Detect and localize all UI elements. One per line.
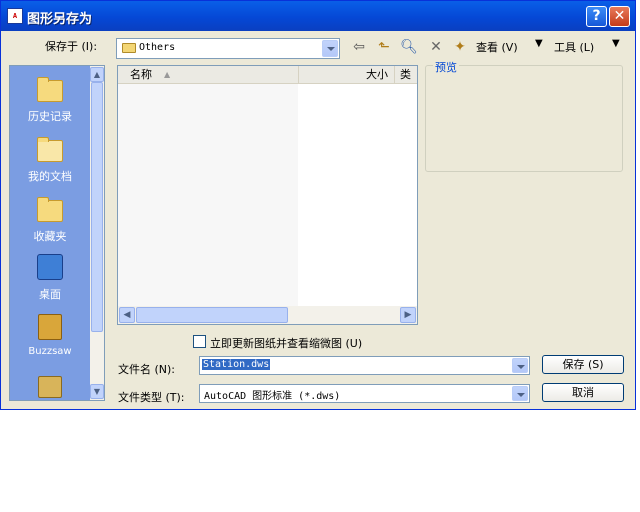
filename-field[interactable]: Station.dws	[199, 356, 530, 375]
places-scrollbar[interactable]: ▲ ▼	[90, 66, 104, 400]
save-button[interactable]: 保存 (S)	[542, 355, 624, 374]
save-in-dropdown[interactable]: Others	[116, 38, 340, 59]
save-as-dialog: A 图形另存为 ? ✕ 保存于 (I): Others ⇦ ⬑ 🔍︎ ✕ ✦ 查…	[0, 0, 636, 410]
place-favorites[interactable]: 收藏夹	[10, 194, 90, 246]
update-thumbnail-label: 立即更新图纸并查看缩微图 (U)	[210, 337, 363, 350]
column-size-label: 大小	[366, 68, 388, 81]
chevron-down-icon[interactable]	[322, 40, 338, 57]
preview-box	[425, 65, 623, 172]
place-buzzsaw[interactable]: Buzzsaw	[10, 312, 90, 364]
file-list[interactable]: 名称 ▲ 大小 类 ◀ ▶	[117, 65, 418, 325]
buzzsaw-icon	[38, 314, 62, 340]
ftp-folder-icon	[38, 376, 62, 398]
place-my-documents[interactable]: 我的文档	[10, 134, 90, 186]
chevron-down-icon[interactable]	[512, 386, 528, 401]
up-folder-icon[interactable]: ⬑	[375, 38, 393, 56]
help-button[interactable]: ?	[586, 6, 607, 27]
view-menu[interactable]: 查看 (V)	[476, 39, 518, 55]
cancel-button[interactable]: 取消	[542, 383, 624, 402]
history-folder-icon	[37, 77, 63, 102]
title-bar: A 图形另存为 ? ✕	[1, 1, 635, 31]
view-dropdown-icon[interactable]: ▼	[535, 38, 543, 49]
tools-dropdown-icon[interactable]: ▼	[612, 38, 620, 49]
back-arrow-icon[interactable]: ⇦	[350, 38, 368, 56]
filename-label: 文件名 (N):	[118, 363, 176, 376]
preview-label: 预览	[433, 59, 459, 75]
new-folder-icon[interactable]: ✦	[451, 38, 469, 56]
place-label: 我的文档	[28, 170, 72, 183]
column-name-label: 名称	[130, 68, 152, 81]
favorites-folder-icon	[37, 197, 63, 222]
folder-icon	[122, 43, 136, 53]
place-desktop[interactable]: 桌面	[10, 252, 90, 304]
column-header-size[interactable]: 大小	[298, 66, 394, 84]
desktop-icon	[37, 254, 63, 280]
dialog-title: 图形另存为	[27, 12, 93, 27]
column-type-label: 类	[400, 68, 411, 81]
name-column-area	[118, 84, 298, 306]
column-header-type[interactable]: 类	[394, 66, 417, 84]
place-label: 收藏夹	[33, 230, 67, 243]
filename-value[interactable]: Station.dws	[202, 359, 271, 370]
place-label: 桌面	[39, 288, 61, 301]
save-in-label: 保存于 (I):	[45, 40, 98, 53]
file-list-hscrollbar[interactable]: ◀ ▶	[118, 306, 417, 324]
scroll-left-button[interactable]: ◀	[119, 307, 135, 323]
place-history[interactable]: 历史记录	[10, 74, 90, 126]
search-web-icon[interactable]: 🔍︎	[400, 38, 418, 56]
scroll-down-button[interactable]: ▼	[90, 384, 104, 399]
place-more[interactable]	[10, 372, 90, 400]
close-button[interactable]: ✕	[609, 6, 630, 27]
scroll-up-button[interactable]: ▲	[90, 67, 104, 82]
filetype-value: AutoCAD 图形标准 (*.dws)	[204, 391, 341, 402]
save-in-value: Others	[139, 42, 176, 53]
hscroll-thumb[interactable]	[136, 307, 288, 323]
delete-icon[interactable]: ✕	[427, 38, 445, 56]
filetype-dropdown[interactable]: AutoCAD 图形标准 (*.dws)	[199, 384, 530, 403]
my-documents-icon	[37, 137, 63, 162]
places-bar: 历史记录 我的文档 收藏夹 桌面 Buzzsaw ▲ ▼	[9, 65, 105, 401]
column-header-name[interactable]: 名称 ▲	[118, 66, 298, 84]
scroll-right-button[interactable]: ▶	[400, 307, 416, 323]
sort-up-icon: ▲	[164, 70, 171, 79]
place-label: 历史记录	[28, 110, 72, 123]
place-label: Buzzsaw	[28, 346, 72, 357]
filetype-label: 文件类型 (T):	[118, 391, 185, 404]
scroll-thumb[interactable]	[91, 82, 103, 332]
autocad-app-icon: A	[7, 8, 23, 24]
tools-menu[interactable]: 工具 (L)	[554, 39, 594, 55]
chevron-down-icon[interactable]	[512, 358, 528, 373]
update-thumbnail-checkbox[interactable]	[193, 335, 206, 348]
